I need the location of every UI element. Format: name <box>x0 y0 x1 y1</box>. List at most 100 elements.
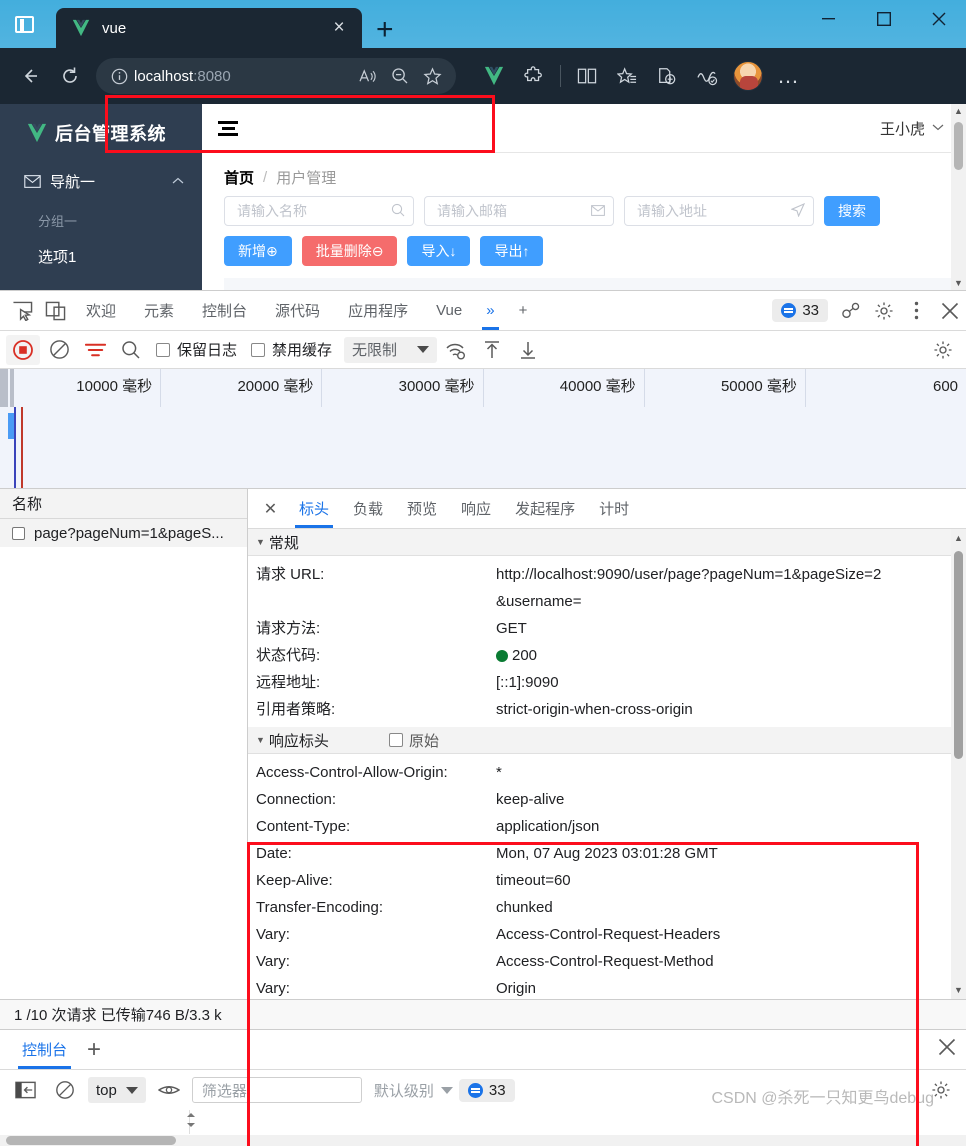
tab-sources[interactable]: 源代码 <box>261 291 334 330</box>
export-har-icon[interactable] <box>511 335 545 365</box>
record-stop-icon[interactable] <box>6 335 40 365</box>
maximize-icon[interactable] <box>856 0 911 38</box>
extensions-icon[interactable] <box>514 56 554 96</box>
more-tabs-icon[interactable]: » <box>476 291 504 330</box>
device-toolbar-icon[interactable] <box>39 296 72 326</box>
performance-icon[interactable] <box>687 56 727 96</box>
timeline-selector-handle-left[interactable] <box>0 369 8 407</box>
more-vertical-icon[interactable] <box>900 296 933 326</box>
close-drawer-icon[interactable] <box>928 1038 966 1061</box>
sidebar-toggle-icon[interactable] <box>8 1075 42 1105</box>
close-detail-icon[interactable]: ✕ <box>254 494 287 524</box>
add-collection-icon[interactable] <box>647 56 687 96</box>
scroll-down-arrow-icon[interactable]: ▼ <box>954 276 963 290</box>
search-icon[interactable] <box>114 335 148 365</box>
drawer-tab-console[interactable]: 控制台 <box>10 1030 79 1069</box>
console-level-select[interactable]: 默认级别 <box>374 1080 453 1101</box>
page-scrollbar[interactable]: ▲ ▼ <box>951 104 966 290</box>
scroll-up-arrow-icon[interactable]: ▲ <box>951 533 966 543</box>
request-list-row[interactable]: page?pageNum=1&pageS... <box>0 519 247 547</box>
console-filter-input[interactable]: 筛选器 <box>192 1077 362 1103</box>
tab-timing[interactable]: 计时 <box>587 489 641 528</box>
address-bar[interactable]: localhost:8080 <box>96 58 456 94</box>
console-output-area[interactable] <box>0 1110 966 1146</box>
profile-avatar[interactable] <box>733 61 763 91</box>
minimize-icon[interactable] <box>801 0 856 38</box>
scroll-up-arrow-icon[interactable]: ▲ <box>954 104 963 118</box>
throttling-select[interactable]: 无限制 <box>344 337 437 363</box>
console-resize-handle[interactable] <box>185 1112 197 1133</box>
console-prompt-row[interactable] <box>0 1110 190 1134</box>
share-devtools-icon[interactable] <box>834 296 867 326</box>
tab-application[interactable]: 应用程序 <box>334 291 422 330</box>
browser-tab-vue[interactable]: vue × <box>56 8 362 48</box>
reload-icon[interactable] <box>50 56 90 96</box>
import-har-icon[interactable] <box>475 335 509 365</box>
console-horizontal-scrollbar[interactable] <box>0 1135 966 1146</box>
checkbox-box[interactable] <box>389 733 403 747</box>
read-aloud-icon[interactable] <box>352 68 384 85</box>
search-input-email[interactable]: 请输入邮箱 <box>424 196 614 226</box>
close-icon[interactable]: × <box>326 17 352 39</box>
export-button[interactable]: 导出↑ <box>480 236 543 266</box>
clear-console-icon[interactable] <box>48 1075 82 1105</box>
import-button[interactable]: 导入↓ <box>407 236 470 266</box>
tab-response[interactable]: 响应 <box>449 489 503 528</box>
star-icon[interactable] <box>416 67 448 86</box>
detail-scrollbar[interactable]: ▲ ▼ <box>951 529 966 999</box>
devtools-message-badge[interactable]: 33 <box>772 299 828 322</box>
inspect-element-icon[interactable] <box>6 296 39 326</box>
search-input-address[interactable]: 请输入地址 <box>624 196 814 226</box>
tab-headers[interactable]: 标头 <box>287 489 341 528</box>
tab-actions-menu-icon[interactable] <box>0 0 48 48</box>
response-headers-section-header[interactable]: ▼ 响应标头 原始 <box>248 727 966 754</box>
add-drawer-tab-button[interactable]: + <box>87 1036 101 1064</box>
settings-gear-icon[interactable] <box>867 296 900 326</box>
tab-vue[interactable]: Vue <box>422 291 476 330</box>
tab-initiator[interactable]: 发起程序 <box>503 489 587 528</box>
console-context-select[interactable]: top <box>88 1077 146 1103</box>
console-scroll-thumb[interactable] <box>6 1136 176 1145</box>
more-options-icon[interactable]: … <box>769 63 809 89</box>
search-input-name[interactable]: 请输入名称 <box>224 196 414 226</box>
breadcrumb-home[interactable]: 首页 <box>224 167 254 188</box>
zoom-out-icon[interactable] <box>384 67 416 85</box>
back-arrow-icon[interactable] <box>10 56 50 96</box>
collapse-menu-icon[interactable] <box>218 118 238 139</box>
request-list-column-header[interactable]: 名称 <box>0 489 247 519</box>
console-message-badge[interactable]: 33 <box>459 1079 515 1102</box>
page-scroll-thumb[interactable] <box>954 122 963 170</box>
preserve-log-checkbox[interactable]: 保留日志 <box>156 339 237 360</box>
network-overview-timeline[interactable]: 10000 毫秒 20000 毫秒 30000 毫秒 40000 毫秒 5000… <box>0 369 966 489</box>
clear-icon[interactable] <box>42 335 76 365</box>
timeline-selector-handle-right[interactable] <box>10 369 14 407</box>
raw-toggle[interactable]: 原始 <box>389 730 439 751</box>
split-screen-icon[interactable] <box>567 56 607 96</box>
detail-scroll-thumb[interactable] <box>954 551 963 759</box>
checkbox-box[interactable] <box>251 343 265 357</box>
close-window-icon[interactable] <box>911 0 966 38</box>
search-button[interactable]: 搜索 <box>824 196 880 226</box>
checkbox-box[interactable] <box>156 343 170 357</box>
scroll-down-arrow-icon[interactable]: ▼ <box>951 985 966 995</box>
sidebar-item-nav-one[interactable]: 导航一 <box>0 160 202 203</box>
vue-devtools-icon[interactable] <box>474 56 514 96</box>
sidebar-item-option1[interactable]: 选项1 <box>0 238 202 275</box>
batch-delete-button[interactable]: 批量删除⊖ <box>302 236 398 266</box>
collections-icon[interactable] <box>607 56 647 96</box>
tab-payload[interactable]: 负载 <box>341 489 395 528</box>
tab-preview[interactable]: 预览 <box>395 489 449 528</box>
settings-gear-icon[interactable] <box>926 335 960 365</box>
new-tab-button[interactable]: + <box>376 15 394 45</box>
general-section-header[interactable]: ▼ 常规 <box>248 529 966 556</box>
network-conditions-icon[interactable] <box>439 335 473 365</box>
tab-console[interactable]: 控制台 <box>188 291 261 330</box>
user-menu[interactable]: 王小虎 <box>880 118 944 139</box>
tab-welcome[interactable]: 欢迎 <box>72 291 130 330</box>
filter-icon[interactable] <box>78 335 112 365</box>
add-panel-button[interactable]: + <box>505 291 542 330</box>
info-icon[interactable] <box>104 68 134 85</box>
add-button[interactable]: 新增⊕ <box>224 236 292 266</box>
disable-cache-checkbox[interactable]: 禁用缓存 <box>251 339 332 360</box>
close-devtools-icon[interactable] <box>933 296 966 326</box>
